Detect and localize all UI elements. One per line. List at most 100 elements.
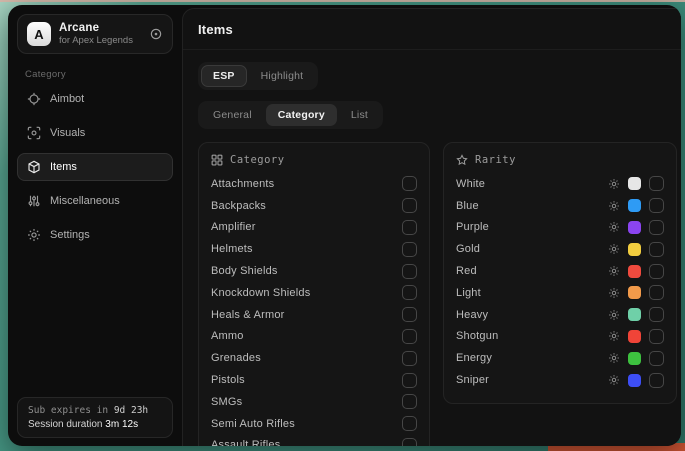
eye-scan-icon <box>27 126 41 140</box>
title-divider <box>183 49 681 50</box>
checkbox[interactable] <box>402 394 417 409</box>
rarity-row: Shotgun <box>456 326 664 348</box>
rarity-row: Blue <box>456 195 664 217</box>
sidebar-item-visuals[interactable]: Visuals <box>17 119 173 147</box>
sliders-icon <box>27 194 41 208</box>
sidebar-item-label: Miscellaneous <box>50 195 120 207</box>
crosshair-icon <box>27 92 41 106</box>
target-icon[interactable] <box>149 27 163 41</box>
tab-general[interactable]: General <box>201 104 264 126</box>
gear-icon[interactable] <box>608 330 620 342</box>
sidebar-section-label: Category <box>25 69 173 80</box>
category-panel-header: Category <box>211 154 417 166</box>
category-label: Pistols <box>211 374 245 386</box>
color-swatch[interactable] <box>628 286 641 299</box>
sidebar-item-settings[interactable]: Settings <box>17 221 173 249</box>
category-label: Amplifier <box>211 221 256 233</box>
color-swatch[interactable] <box>628 177 641 190</box>
category-label: Assault Rifles <box>211 439 280 446</box>
category-row: Body Shields <box>211 260 417 282</box>
sidebar-item-miscellaneous[interactable]: Miscellaneous <box>17 187 173 215</box>
checkbox[interactable] <box>402 264 417 279</box>
rarity-label: Light <box>456 287 481 299</box>
sidebar-item-label: Settings <box>50 229 90 241</box>
category-label: Helmets <box>211 243 253 255</box>
app-header-card: A Arcane for Apex Legends <box>17 14 173 54</box>
rarity-row: Heavy <box>456 304 664 326</box>
sidebar: A Arcane for Apex Legends Category Aimbo… <box>8 5 182 446</box>
sub-expires-label: Sub expires in <box>28 405 108 416</box>
gear-icon[interactable] <box>608 287 620 299</box>
sidebar-item-aimbot[interactable]: Aimbot <box>17 85 173 113</box>
checkbox[interactable] <box>649 351 664 366</box>
checkbox[interactable] <box>649 329 664 344</box>
category-row: Heals & Armor <box>211 304 417 326</box>
checkbox[interactable] <box>402 416 417 431</box>
rarity-panel-title: Rarity <box>475 154 516 166</box>
category-label: Body Shields <box>211 265 278 277</box>
sidebar-item-items[interactable]: Items <box>17 153 173 181</box>
color-swatch[interactable] <box>628 330 641 343</box>
checkbox[interactable] <box>649 373 664 388</box>
color-swatch[interactable] <box>628 265 641 278</box>
checkbox[interactable] <box>649 264 664 279</box>
checkbox[interactable] <box>402 242 417 257</box>
checkbox[interactable] <box>402 176 417 191</box>
sidebar-nav: Aimbot Visuals Items <box>17 85 173 249</box>
category-row: Assault Rifles <box>211 435 417 446</box>
rarity-row: Red <box>456 260 664 282</box>
checkbox[interactable] <box>402 373 417 388</box>
tab-category[interactable]: Category <box>266 104 337 126</box>
checkbox[interactable] <box>649 176 664 191</box>
checkbox[interactable] <box>649 220 664 235</box>
rarity-list: White Blue Purple <box>456 173 664 391</box>
checkbox[interactable] <box>402 307 417 322</box>
checkbox[interactable] <box>649 242 664 257</box>
category-label: Semi Auto Rifles <box>211 418 295 430</box>
gear-icon[interactable] <box>608 243 620 255</box>
checkbox[interactable] <box>649 198 664 213</box>
color-swatch[interactable] <box>628 199 641 212</box>
color-swatch[interactable] <box>628 221 641 234</box>
rarity-label: Gold <box>456 243 480 255</box>
tab-highlight[interactable]: Highlight <box>249 65 316 87</box>
checkbox[interactable] <box>402 329 417 344</box>
category-list: Attachments Backpacks Amplifier Helmets … <box>211 173 417 446</box>
category-label: Backpacks <box>211 200 266 212</box>
sidebar-item-label: Items <box>50 161 77 173</box>
checkbox[interactable] <box>402 285 417 300</box>
box-icon <box>27 160 41 174</box>
checkbox[interactable] <box>402 220 417 235</box>
category-label: Ammo <box>211 330 244 342</box>
color-swatch[interactable] <box>628 243 641 256</box>
checkbox[interactable] <box>402 351 417 366</box>
tab-list[interactable]: List <box>339 104 380 126</box>
tab-esp[interactable]: ESP <box>201 65 247 87</box>
mode-tabs: ESP Highlight <box>198 62 318 90</box>
app-window: A Arcane for Apex Legends Category Aimbo… <box>8 5 681 446</box>
desktop-top-line <box>0 0 685 2</box>
checkbox[interactable] <box>402 438 417 446</box>
color-swatch[interactable] <box>628 308 641 321</box>
gear-icon[interactable] <box>608 200 620 212</box>
gear-icon[interactable] <box>608 265 620 277</box>
rarity-row: White <box>456 173 664 195</box>
rarity-label: Sniper <box>456 374 489 386</box>
checkbox[interactable] <box>649 307 664 322</box>
sub-expires-value: 9d 23h <box>114 405 148 416</box>
checkbox[interactable] <box>402 198 417 213</box>
gear-icon[interactable] <box>608 178 620 190</box>
rarity-label: Shotgun <box>456 330 498 342</box>
gear-icon[interactable] <box>608 374 620 386</box>
checkbox[interactable] <box>649 285 664 300</box>
rarity-label: Red <box>456 265 477 277</box>
rarity-label: Blue <box>456 200 479 212</box>
color-swatch[interactable] <box>628 352 641 365</box>
gear-icon[interactable] <box>608 309 620 321</box>
rarity-label: Heavy <box>456 309 488 321</box>
gear-icon[interactable] <box>608 352 620 364</box>
gear-icon[interactable] <box>608 221 620 233</box>
color-swatch[interactable] <box>628 374 641 387</box>
app-logo: A <box>27 22 51 46</box>
category-label: Knockdown Shields <box>211 287 310 299</box>
